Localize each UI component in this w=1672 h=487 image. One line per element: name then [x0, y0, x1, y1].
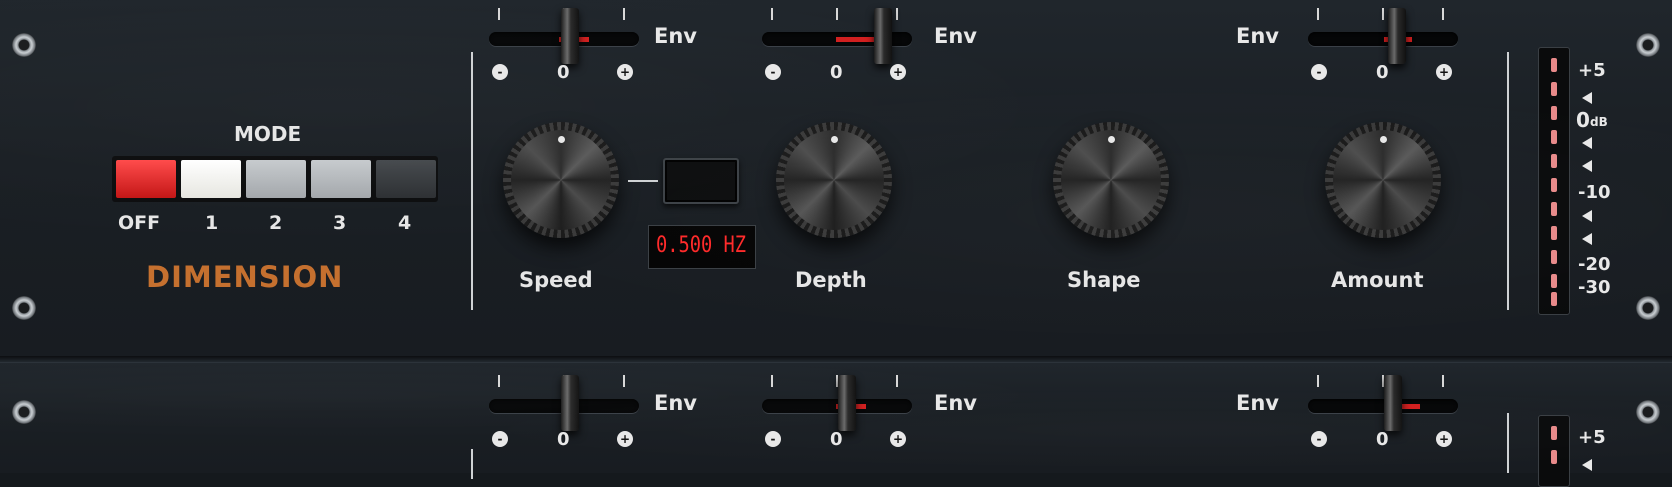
- slider-handle[interactable]: [1384, 375, 1402, 431]
- meter-marker-icon: [1582, 233, 1592, 245]
- screw-icon: [1636, 33, 1660, 57]
- depth-knob[interactable]: [776, 122, 892, 238]
- mode-button-3[interactable]: [311, 160, 371, 198]
- minus-icon: -: [492, 431, 508, 447]
- slider-handle[interactable]: [1388, 8, 1406, 64]
- amount-label: Amount: [1331, 268, 1424, 292]
- screw-icon: [1636, 400, 1660, 424]
- env-slider-speed-bottom[interactable]: - 0 +: [489, 375, 649, 450]
- slider-handle[interactable]: [561, 375, 579, 431]
- slider-zero-label: 0: [830, 429, 843, 450]
- slider-zero-label: 0: [557, 429, 570, 450]
- env-label: Env: [934, 24, 977, 48]
- meter-label-plus5: +5: [1578, 427, 1606, 448]
- slider-zero-label: 0: [1376, 429, 1389, 450]
- mode-button-2[interactable]: [246, 160, 306, 198]
- env-slider-amount[interactable]: - 0 +: [1308, 8, 1468, 83]
- minus-icon: -: [765, 64, 781, 80]
- mode-label-3: 3: [333, 212, 347, 234]
- minus-icon: -: [765, 431, 781, 447]
- slider-track: [1308, 32, 1458, 46]
- plus-icon: +: [890, 431, 906, 447]
- meter-label-db: dB: [1590, 115, 1608, 129]
- slider-track: [1308, 399, 1458, 413]
- mode-button-4[interactable]: [376, 160, 436, 198]
- divider: [471, 449, 473, 479]
- env-slider-depth[interactable]: - 0 +: [762, 8, 922, 83]
- output-meter: [1538, 47, 1570, 315]
- meter-marker-icon: [1582, 210, 1592, 222]
- screw-icon: [12, 400, 36, 424]
- meter-label-minus10: -10: [1578, 182, 1611, 203]
- slider-zero-label: 0: [830, 62, 843, 83]
- slider-zero-label: 0: [557, 62, 570, 83]
- mode-label-2: 2: [269, 212, 283, 234]
- mode-button-off[interactable]: [116, 160, 176, 198]
- screw-icon: [1636, 296, 1660, 320]
- plus-icon: +: [890, 64, 906, 80]
- amount-knob[interactable]: [1325, 122, 1441, 238]
- meter-marker-icon: [1582, 137, 1592, 149]
- meter-label-plus5: +5: [1578, 60, 1606, 81]
- slider-handle[interactable]: [874, 8, 892, 64]
- meter-marker-icon: [1582, 92, 1592, 104]
- shape-knob[interactable]: [1053, 122, 1169, 238]
- mode-title: MODE: [234, 122, 302, 146]
- mode-button-1[interactable]: [181, 160, 241, 198]
- env-slider-amount-bottom[interactable]: - 0 +: [1308, 375, 1468, 450]
- minus-icon: -: [1311, 64, 1327, 80]
- env-slider-depth-bottom[interactable]: - 0 +: [762, 375, 922, 450]
- env-label: Env: [934, 391, 977, 415]
- plus-icon: +: [617, 64, 633, 80]
- depth-label: Depth: [795, 268, 867, 292]
- divider: [471, 52, 473, 310]
- meter-marker-icon: [1582, 459, 1592, 471]
- divider: [1507, 52, 1509, 310]
- meter-marker-icon: [1582, 160, 1592, 172]
- sync-button[interactable]: [663, 158, 739, 204]
- sync-link-line: [628, 180, 658, 182]
- slider-handle[interactable]: [561, 8, 579, 64]
- rack-unit-bottom: - 0 + Env - 0 + Env Env - 0 + +5: [0, 362, 1672, 487]
- shape-label: Shape: [1067, 268, 1141, 292]
- plus-icon: +: [1436, 64, 1452, 80]
- speed-knob[interactable]: [503, 122, 619, 238]
- mode-label-4: 4: [398, 212, 412, 234]
- speed-label: Speed: [519, 268, 593, 292]
- brand-name: DIMENSION: [146, 260, 344, 294]
- divider: [1507, 413, 1509, 473]
- rack-unit-top: MODE OFF 1 2 3 4 DIMENSION - 0 + Env - 0…: [0, 0, 1672, 358]
- plus-icon: +: [617, 431, 633, 447]
- plus-icon: +: [1436, 431, 1452, 447]
- meter-label-minus30: -30: [1578, 277, 1611, 298]
- env-label: Env: [1236, 24, 1279, 48]
- screw-icon: [12, 33, 36, 57]
- speed-display-value: 0.500 HZ: [656, 233, 747, 258]
- mode-label-1: 1: [205, 212, 219, 234]
- env-label: Env: [1236, 391, 1279, 415]
- minus-icon: -: [492, 64, 508, 80]
- slider-zero-label: 0: [1376, 62, 1389, 83]
- mode-label-off: OFF: [118, 212, 161, 234]
- slider-handle[interactable]: [838, 375, 856, 431]
- output-meter: [1538, 415, 1570, 487]
- env-label: Env: [654, 24, 697, 48]
- minus-icon: -: [1311, 431, 1327, 447]
- env-label: Env: [654, 391, 697, 415]
- meter-label-minus20: -20: [1578, 254, 1611, 275]
- screw-icon: [12, 296, 36, 320]
- meter-label-0: 0: [1576, 108, 1590, 132]
- env-slider-speed[interactable]: - 0 +: [489, 8, 649, 83]
